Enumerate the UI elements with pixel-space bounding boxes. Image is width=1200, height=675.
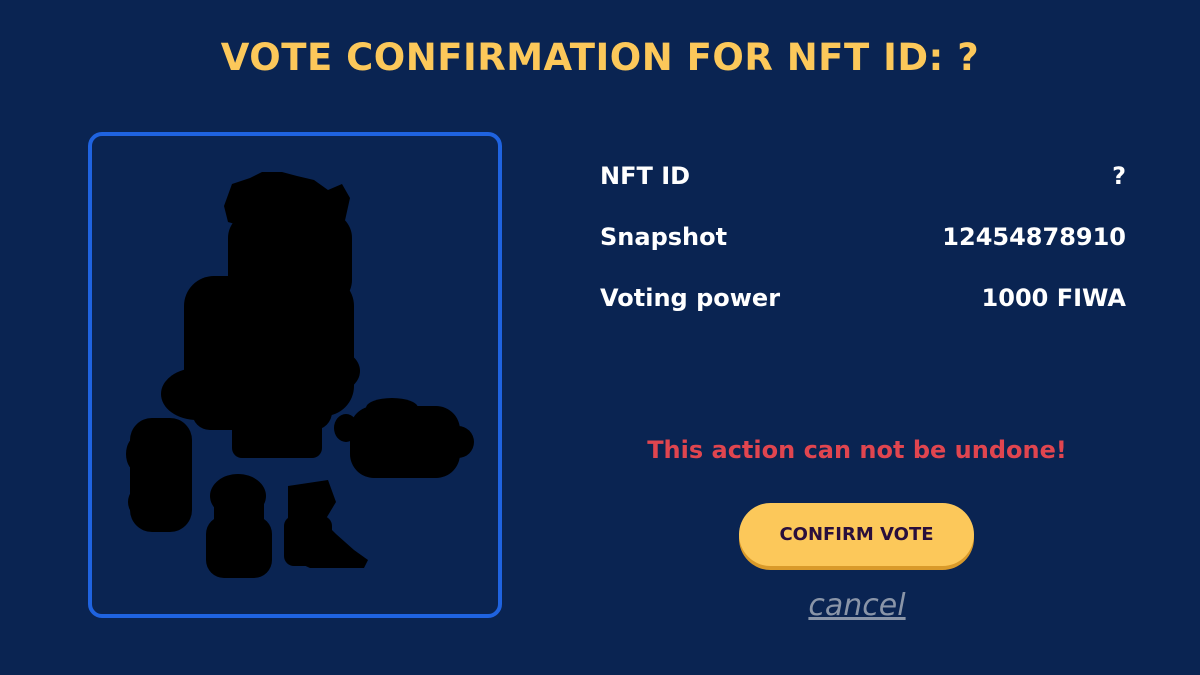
vote-confirmation-page: VOTE CONFIRMATION FOR NFT ID: ? NFT ID ?… <box>0 0 1200 675</box>
nft-id-value: ? <box>1112 162 1126 190</box>
cancel-link[interactable]: cancel <box>760 588 954 623</box>
voting-power-value: 1000 FIWA <box>981 284 1126 312</box>
snapshot-row: Snapshot 12454878910 <box>600 221 1126 253</box>
nft-image-frame <box>88 132 502 618</box>
nft-id-label: NFT ID <box>600 162 691 190</box>
snapshot-value: 12454878910 <box>942 223 1126 251</box>
irreversible-warning: This action can not be undone! <box>647 436 1067 464</box>
character-silhouette-icon <box>126 172 474 578</box>
voting-power-label: Voting power <box>600 284 781 312</box>
voting-power-row: Voting power 1000 FIWA <box>600 282 1126 314</box>
page-title: VOTE CONFIRMATION FOR NFT ID: ? <box>220 36 980 79</box>
confirm-vote-button[interactable]: CONFIRM VOTE <box>739 503 974 566</box>
snapshot-label: Snapshot <box>600 223 728 251</box>
nft-id-row: NFT ID ? <box>600 160 1126 192</box>
